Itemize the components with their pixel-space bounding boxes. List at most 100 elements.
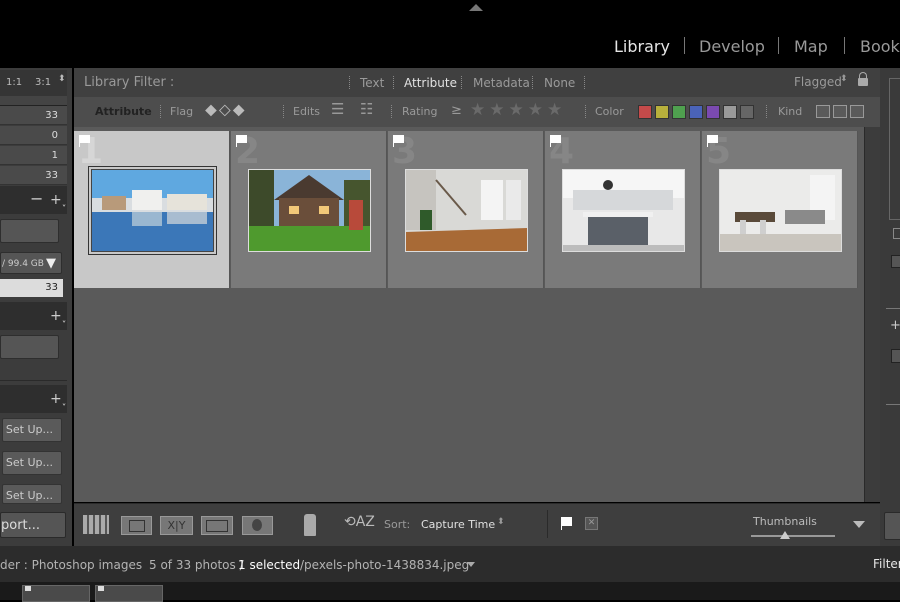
people-view-icon[interactable] xyxy=(242,516,273,535)
catalog-previous-import[interactable]: 1 xyxy=(0,146,67,165)
color-swatch[interactable] xyxy=(655,105,669,119)
setup-button[interactable]: Set Up... xyxy=(2,451,62,475)
flag-icon[interactable] xyxy=(551,135,561,143)
catalog-all-synced[interactable]: 33 xyxy=(0,166,67,185)
kind-virtual-copy-icon[interactable] xyxy=(833,105,847,118)
chevron-down-icon[interactable] xyxy=(467,562,475,567)
module-develop[interactable]: Develop xyxy=(699,37,765,56)
thumbnail-kitchen[interactable] xyxy=(562,169,685,252)
filter-status-label[interactable]: Filter xyxy=(873,557,900,571)
color-swatch[interactable] xyxy=(672,105,686,119)
thumbnail-size-slider[interactable] xyxy=(751,531,835,539)
color-swatch[interactable] xyxy=(706,105,720,119)
edited-filter-icon[interactable]: ☰ xyxy=(331,100,344,118)
sync-button[interactable] xyxy=(884,512,900,540)
zoom-option[interactable]: 3:1 xyxy=(35,77,51,88)
filter-separator xyxy=(349,76,351,89)
kind-video-icon[interactable] xyxy=(850,105,864,118)
color-swatch[interactable] xyxy=(723,105,737,119)
grid-cell[interactable]: 1 xyxy=(74,131,230,288)
right-panel-control[interactable] xyxy=(891,349,900,363)
filmstrip-thumb[interactable] xyxy=(95,585,163,602)
filter-tab-text[interactable]: Text xyxy=(360,76,384,90)
zoom-fit-option[interactable]: 1:1 xyxy=(6,77,22,88)
color-swatch[interactable] xyxy=(689,105,703,119)
folder-photoshop-images[interactable]: 33 xyxy=(0,279,63,297)
kind-master-icon[interactable] xyxy=(816,105,830,118)
add-collection-icon[interactable]: +˯ xyxy=(50,307,66,324)
flag-pick-icon[interactable] xyxy=(562,517,572,526)
setup-button[interactable]: Set Up... xyxy=(2,418,62,442)
painter-spray-icon[interactable] xyxy=(304,514,316,536)
filter-tab-none[interactable]: None xyxy=(544,76,575,90)
unedited-filter-icon[interactable]: ☷ xyxy=(360,100,373,118)
folder-search-field[interactable] xyxy=(0,219,59,243)
filter-preset-select[interactable]: Flagged xyxy=(794,75,842,89)
rating-stars-icon[interactable]: ★★★★★ xyxy=(470,100,566,120)
color-swatch[interactable] xyxy=(740,105,754,119)
loupe-view-icon[interactable] xyxy=(121,516,152,535)
filter-tab-attribute[interactable]: Attribute xyxy=(404,76,457,90)
source-path[interactable]: der : Photoshop images xyxy=(0,558,142,572)
flag-icon[interactable] xyxy=(237,135,247,143)
add-publish-service-icon[interactable]: +˯ xyxy=(50,390,66,407)
add-folder-icon[interactable]: +˯ xyxy=(50,191,66,208)
catalog-quick-collection[interactable]: 0 xyxy=(0,126,67,145)
toolbar-menu-icon[interactable] xyxy=(853,521,865,528)
collection-search-field[interactable] xyxy=(0,335,59,359)
sort-direction-icon[interactable]: ⟲AZ xyxy=(344,514,375,530)
minus-icon[interactable]: − xyxy=(30,189,43,208)
slider-thumb[interactable] xyxy=(779,531,790,539)
survey-view-icon[interactable] xyxy=(201,516,233,535)
flag-icon[interactable] xyxy=(80,135,90,143)
right-panel-control[interactable] xyxy=(893,228,900,239)
thumbnail-lake-houses[interactable] xyxy=(91,169,214,252)
sort-stepper-icon[interactable]: ⬍ xyxy=(497,517,505,527)
filter-tab-metadata[interactable]: Metadata xyxy=(473,76,530,90)
filter-separator xyxy=(160,105,162,118)
sort-select[interactable]: Capture Time xyxy=(421,518,495,531)
flag-filter-icons[interactable]: ⬥⬦⬥ xyxy=(205,100,247,120)
grid-cell[interactable]: 2 xyxy=(231,131,387,288)
catalog-count: 1 xyxy=(51,150,58,161)
module-bar xyxy=(0,0,900,68)
volume-bar[interactable]: / 99.4 GB ▼ xyxy=(0,252,62,274)
grid-cell[interactable]: 5 xyxy=(702,131,858,288)
right-panel-control[interactable] xyxy=(891,255,900,268)
flag-icon[interactable] xyxy=(25,586,31,591)
color-swatch[interactable] xyxy=(638,105,652,119)
preset-stepper-icon[interactable]: ⬍ xyxy=(840,74,848,84)
compare-view-icon[interactable]: X|Y xyxy=(160,516,193,535)
filter-separator xyxy=(766,105,768,118)
collapse-top-panel-icon[interactable] xyxy=(469,4,483,11)
triangle-down-icon[interactable]: ▼ xyxy=(46,253,56,275)
flag-reject-icon[interactable]: ✕ xyxy=(585,517,598,530)
toolbar-divider xyxy=(547,510,548,538)
right-add-icon[interactable]: + xyxy=(890,318,900,333)
thumbnail-craftsman-house[interactable] xyxy=(248,169,371,252)
thumbnails-label: Thumbnails xyxy=(753,515,817,528)
zoom-stepper-icon[interactable]: ⬍ xyxy=(58,74,66,84)
flag-icon[interactable] xyxy=(708,135,718,143)
color-label: Color xyxy=(595,105,624,118)
grid-cell[interactable]: 4 xyxy=(545,131,701,288)
catalog-all-photos[interactable]: 33 xyxy=(0,106,67,125)
grid-scrollbar[interactable] xyxy=(864,127,881,502)
setup-button[interactable]: Set Up... xyxy=(2,484,62,504)
selected-filename[interactable]: /pexels-photo-1438834.jpeg xyxy=(300,558,469,572)
collections-header: +˯ xyxy=(0,302,67,330)
module-book[interactable]: Book xyxy=(860,37,900,56)
filter-separator xyxy=(461,76,463,89)
thumbnail-living-dining[interactable] xyxy=(719,169,842,252)
grid-cell[interactable]: 3 xyxy=(388,131,544,288)
export-button[interactable]: port... xyxy=(0,512,66,538)
flag-icon[interactable] xyxy=(394,135,404,143)
rating-operator[interactable]: ≥ xyxy=(451,103,462,118)
filmstrip-thumb[interactable] xyxy=(22,585,90,602)
thumbnail-interior-stairs[interactable] xyxy=(405,169,528,252)
module-library[interactable]: Library xyxy=(614,37,670,56)
grid-view-icon[interactable] xyxy=(83,515,109,534)
flag-icon[interactable] xyxy=(98,586,104,591)
module-map[interactable]: Map xyxy=(794,37,828,56)
filter-separator xyxy=(393,76,395,89)
